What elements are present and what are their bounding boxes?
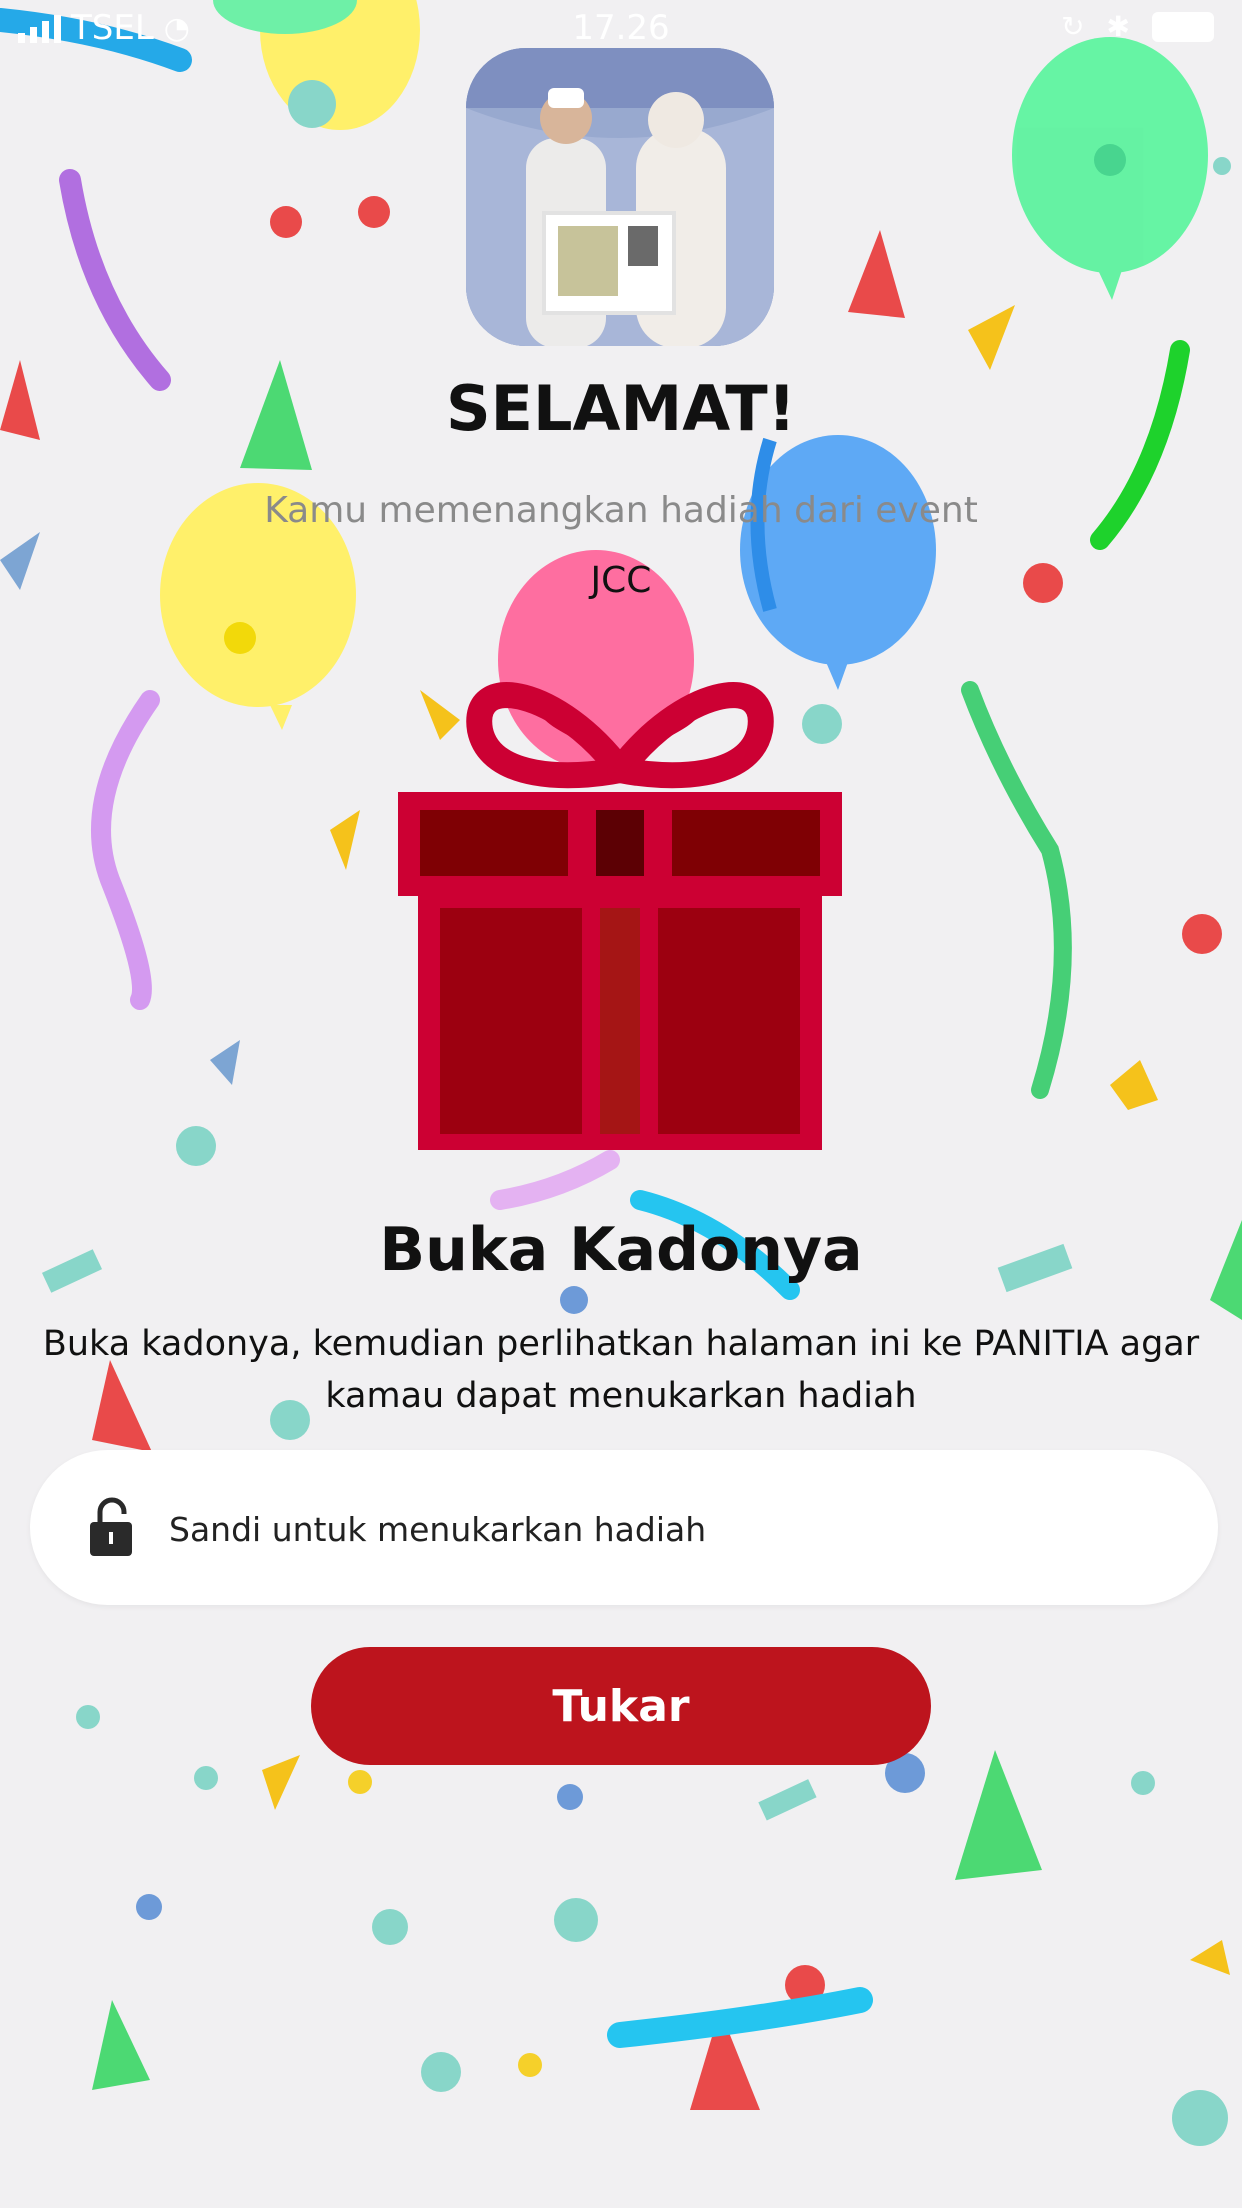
- gift-section-description: Buka kadonya, kemudian perlihatkan halam…: [42, 1324, 1200, 1416]
- password-input[interactable]: [167, 1490, 1131, 1568]
- couple-photo-image: [466, 48, 774, 346]
- gift-box-icon[interactable]: [390, 640, 850, 1160]
- orientation-lock-icon: ↻: [1061, 10, 1085, 43]
- unlock-icon: [90, 1497, 132, 1556]
- status-time: 17.26: [572, 8, 670, 48]
- gift-section-title: Buka Kadonya: [379, 1215, 863, 1285]
- status-right: ↻ ✱: [1061, 10, 1214, 43]
- bluetooth-icon: ✱: [1106, 10, 1130, 43]
- event-photo: [466, 48, 774, 346]
- redeem-button[interactable]: Tukar: [311, 1647, 931, 1765]
- page-title: SELAMAT!: [446, 372, 796, 445]
- balloon-green: [1012, 37, 1208, 300]
- page-subtitle: Kamu memenangkan hadiah dari event: [264, 490, 978, 531]
- battery-icon: [1152, 11, 1214, 42]
- redeem-password-field[interactable]: [30, 1450, 1218, 1605]
- event-name: JCC: [590, 560, 652, 601]
